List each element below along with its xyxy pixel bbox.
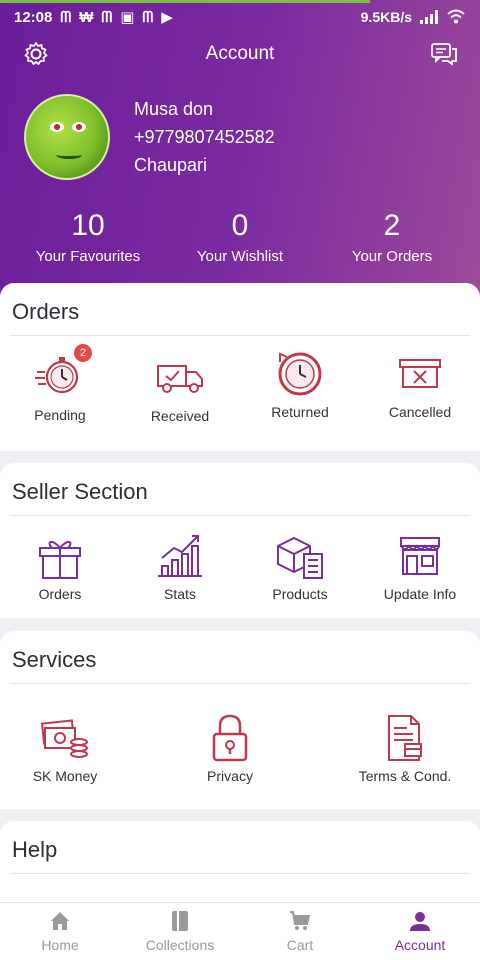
order-received[interactable]: Received — [125, 348, 235, 424]
orders-card: Orders 2 Pending Received Returned Cance… — [0, 283, 480, 451]
seller-title: Seller Section — [12, 479, 148, 504]
status-bar: 12:08 ᗰ ₩ ᗰ ▣ ᗰ ▶ 9.5KB/s — [0, 4, 480, 30]
page-title: Account — [205, 43, 275, 64]
order-pending[interactable]: 2 Pending — [5, 344, 115, 423]
stat-wishlist[interactable]: 0 Your Wishlist — [170, 208, 310, 265]
signal-icon — [420, 10, 438, 24]
book-icon — [172, 911, 188, 931]
status-time: 12:08 — [14, 8, 53, 26]
gift-box-icon — [39, 541, 81, 579]
delivery-truck-icon — [157, 365, 203, 393]
services-card: Services SK Money Privacy Terms & Cond. — [0, 631, 480, 809]
profile-phone: +9779807452582 — [134, 127, 275, 147]
seller-stats[interactable]: Stats — [125, 530, 235, 602]
stat-orders[interactable]: 2 Your Orders — [322, 208, 462, 265]
seller-update-info[interactable]: Update Info — [365, 530, 475, 602]
pending-badge: 2 — [74, 344, 92, 362]
cart-icon — [290, 911, 311, 930]
order-label: Pending — [34, 407, 86, 423]
avatar[interactable] — [24, 94, 110, 180]
services-title: Services — [12, 647, 97, 672]
service-privacy[interactable]: Privacy — [175, 712, 285, 784]
loading-progress-line — [0, 0, 370, 3]
nav-label: Home — [41, 937, 79, 953]
profile-section[interactable]: Musa don +9779807452582 Chaupari — [24, 94, 275, 180]
order-label: Returned — [271, 404, 329, 420]
help-card: Help — [0, 821, 480, 911]
seller-orders[interactable]: Orders — [5, 530, 115, 602]
order-returned[interactable]: Returned — [245, 348, 355, 420]
profile-name: Musa don — [134, 99, 214, 119]
products-box-icon — [277, 536, 323, 579]
profile-info: Musa don +9779807452582 Chaupari — [134, 95, 275, 179]
stat-label: Your Orders — [351, 248, 433, 265]
order-cancelled[interactable]: Cancelled — [365, 348, 475, 420]
service-label: Privacy — [207, 768, 253, 784]
terms-document-icon — [388, 715, 422, 761]
nav-home[interactable]: Home — [0, 903, 120, 960]
avatar-eye-right — [72, 122, 86, 132]
money-cash-icon — [40, 719, 88, 758]
nav-cart[interactable]: Cart — [240, 903, 360, 960]
seller-label: Orders — [38, 586, 82, 602]
stat-label: Your Favourites — [35, 248, 141, 265]
return-clock-icon — [278, 352, 322, 396]
stat-value: 2 — [383, 209, 401, 242]
m-notification-icon: ᗰ — [142, 8, 154, 26]
order-label: Cancelled — [388, 404, 452, 420]
service-label: SK Money — [32, 768, 98, 784]
gallery-notification-icon: ▣ — [120, 9, 135, 26]
stat-value: 0 — [231, 209, 249, 242]
cancelled-box-icon — [399, 359, 441, 388]
wifi-icon — [447, 9, 465, 24]
help-title: Help — [12, 837, 58, 862]
nav-label: Collections — [145, 937, 215, 953]
person-icon — [410, 912, 430, 931]
orders-title: Orders — [12, 299, 80, 324]
profile-location: Chaupari — [134, 155, 208, 175]
service-label: Terms & Cond. — [358, 768, 452, 784]
stat-label: Your Wishlist — [196, 248, 284, 265]
network-speed: 9.5KB/s — [360, 9, 412, 25]
settings-gear-icon[interactable] — [22, 40, 50, 68]
avatar-eye-left — [50, 122, 64, 132]
nav-label: Cart — [286, 937, 314, 953]
stat-value: 10 — [71, 209, 105, 242]
nav-collections[interactable]: Collections — [120, 903, 240, 960]
account-header: 12:08 ᗰ ₩ ᗰ ▣ ᗰ ▶ 9.5KB/s Account Musa d… — [0, 0, 480, 300]
divider — [10, 873, 470, 874]
play-notification-icon: ▶ — [161, 9, 173, 26]
order-label: Received — [150, 408, 210, 424]
w-notification-icon: ₩ — [79, 8, 94, 26]
seller-label: Products — [272, 586, 328, 602]
top-bar: Account — [0, 34, 480, 74]
service-sk-money[interactable]: SK Money — [10, 712, 120, 784]
stat-favourites[interactable]: 10 Your Favourites — [18, 208, 158, 265]
home-icon — [51, 912, 69, 930]
seller-label: Update Info — [383, 586, 457, 602]
nav-account[interactable]: Account — [360, 903, 480, 960]
seller-card: Seller Section Orders Stats Products Upd… — [0, 463, 480, 618]
m-notification-icon: ᗰ — [101, 8, 113, 26]
seller-label: Stats — [164, 586, 196, 602]
bar-chart-icon — [158, 535, 202, 577]
seller-products[interactable]: Products — [245, 530, 355, 602]
service-terms[interactable]: Terms & Cond. — [340, 712, 470, 784]
padlock-icon — [212, 714, 248, 762]
chat-icon[interactable] — [430, 40, 458, 68]
nav-label: Account — [394, 937, 446, 953]
avatar-mouth — [56, 151, 82, 159]
storefront-icon — [400, 537, 440, 575]
bottom-navigation: Home Collections Cart Account — [0, 902, 480, 960]
m-notification-icon: ᗰ — [60, 8, 72, 26]
stats-row: 10 Your Favourites 0 Your Wishlist 2 You… — [0, 208, 480, 265]
